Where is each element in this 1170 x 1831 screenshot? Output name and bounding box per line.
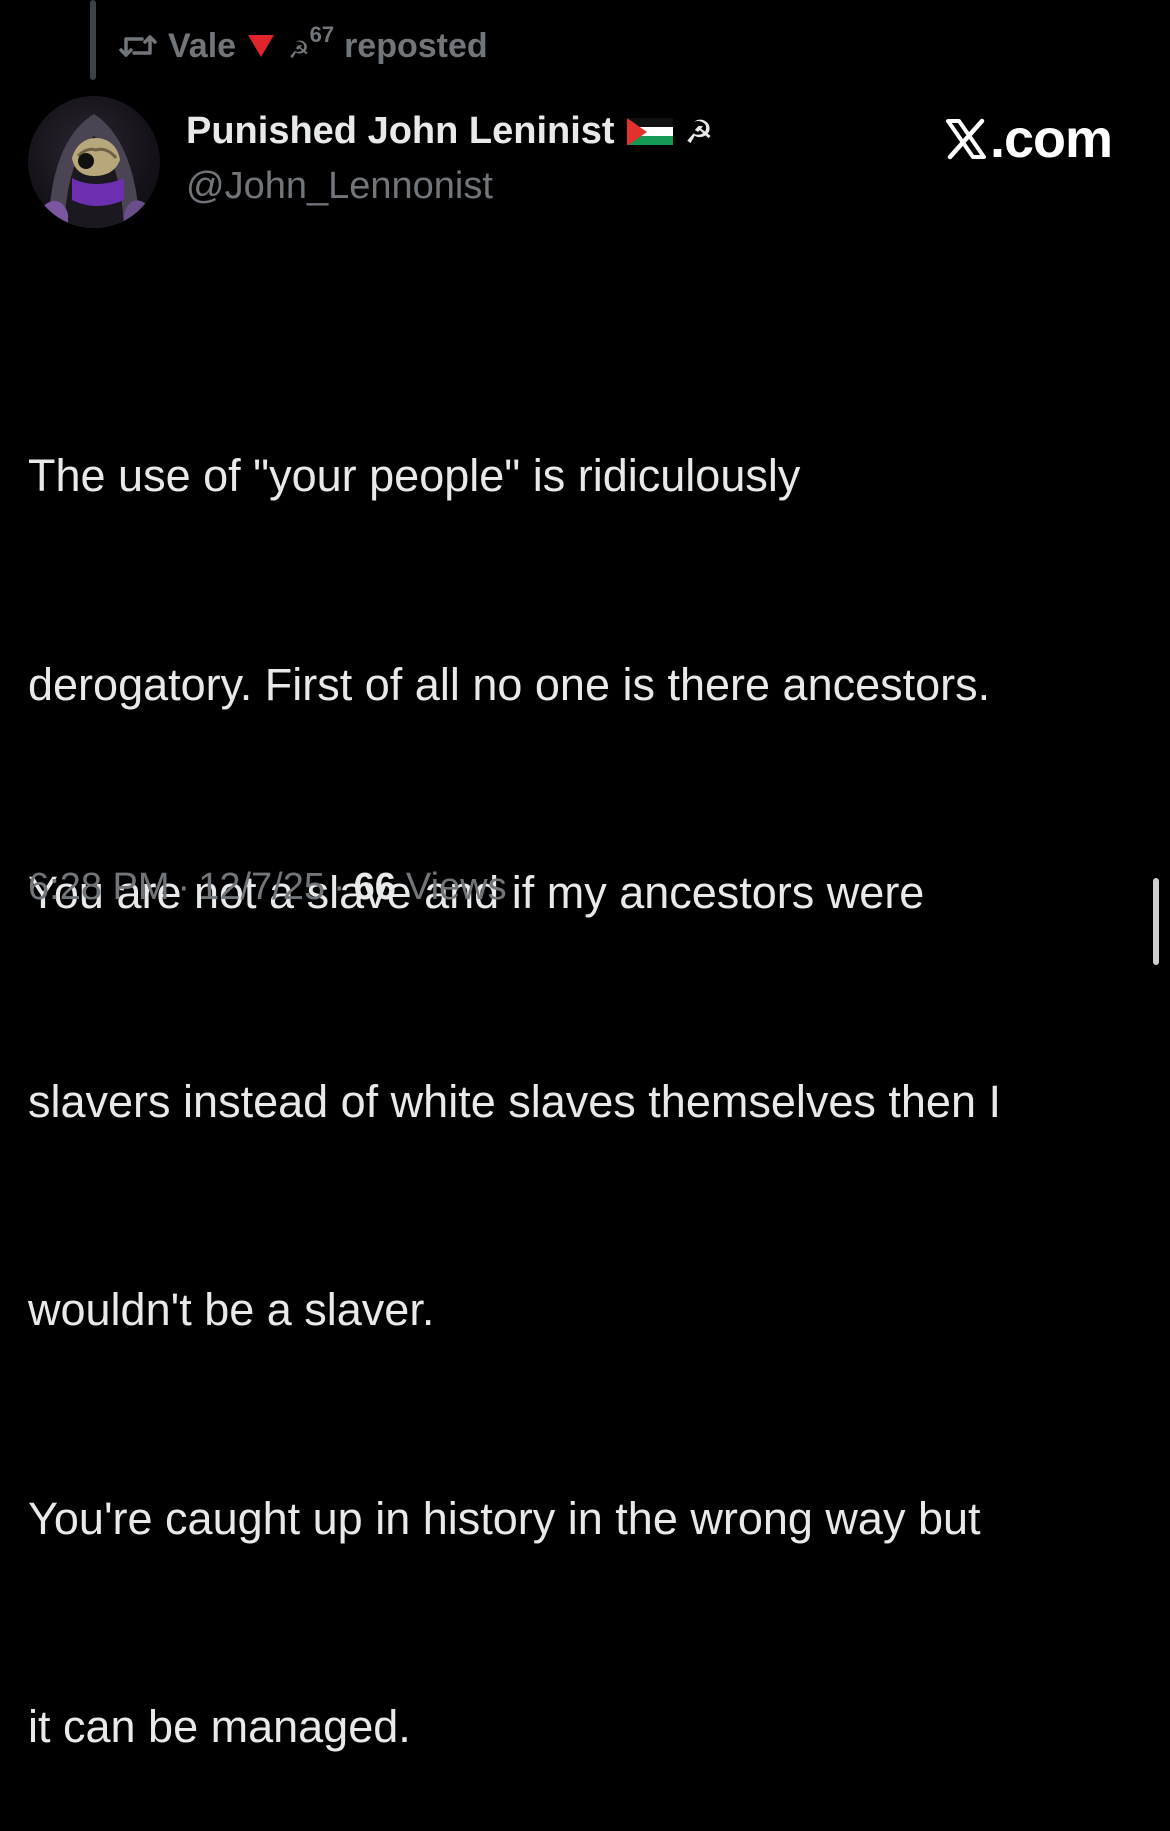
meta-separator: · <box>332 866 346 908</box>
views-count[interactable]: 66 <box>354 866 396 909</box>
tweet-line: derogatory. First of all no one is there… <box>28 658 991 710</box>
repost-header[interactable]: Vale ☭ 67 reposted <box>118 22 488 70</box>
hammer-sickle-icon: ☭ <box>288 36 310 64</box>
tweet-line: it can be managed. <box>28 1701 411 1752</box>
reposter-name[interactable]: Vale <box>168 27 236 66</box>
x-com-watermark: .com <box>944 108 1113 170</box>
tweet-time[interactable]: 6:28 PM <box>28 866 170 909</box>
tweet-date[interactable]: 12/7/25 <box>198 866 325 909</box>
scrollbar[interactable] <box>1153 878 1159 965</box>
reposted-label: reposted <box>344 26 488 65</box>
reposter-badge: ☭ 67 <box>288 23 334 64</box>
tweet-meta: 6:28 PM · 12/7/25 · 66 Views <box>28 866 507 909</box>
watermark-text: .com <box>989 109 1113 169</box>
x-logo-icon <box>944 117 990 161</box>
tweet-line: You're caught up in history in the wrong… <box>28 1492 981 1544</box>
tweet-line: The use of "your people" is ridiculously <box>28 450 801 501</box>
palestine-flag-icon <box>626 117 673 146</box>
author-handle[interactable]: @John_Lennonist <box>186 165 493 208</box>
meta-separator: · <box>177 866 191 908</box>
hammer-sickle-icon: ☭ <box>684 113 714 150</box>
reposter-badge-number: 67 <box>309 21 335 47</box>
avatar[interactable] <box>28 96 160 228</box>
tweet-line: slavers instead of white slaves themselv… <box>28 1075 1001 1127</box>
repost-icon <box>118 31 158 61</box>
tweet-line: wouldn't be a slaver. <box>28 1284 435 1335</box>
tweet-text: The use of "your people" is ridiculously… <box>28 302 1138 1831</box>
thread-connector-line <box>90 0 96 80</box>
views-label[interactable]: Views <box>406 866 507 909</box>
red-triangle-icon <box>248 35 275 57</box>
author-display-name[interactable]: Punished John Leninist <box>186 110 615 153</box>
author-display-name-row[interactable]: Punished John Leninist ☭ <box>186 110 713 153</box>
